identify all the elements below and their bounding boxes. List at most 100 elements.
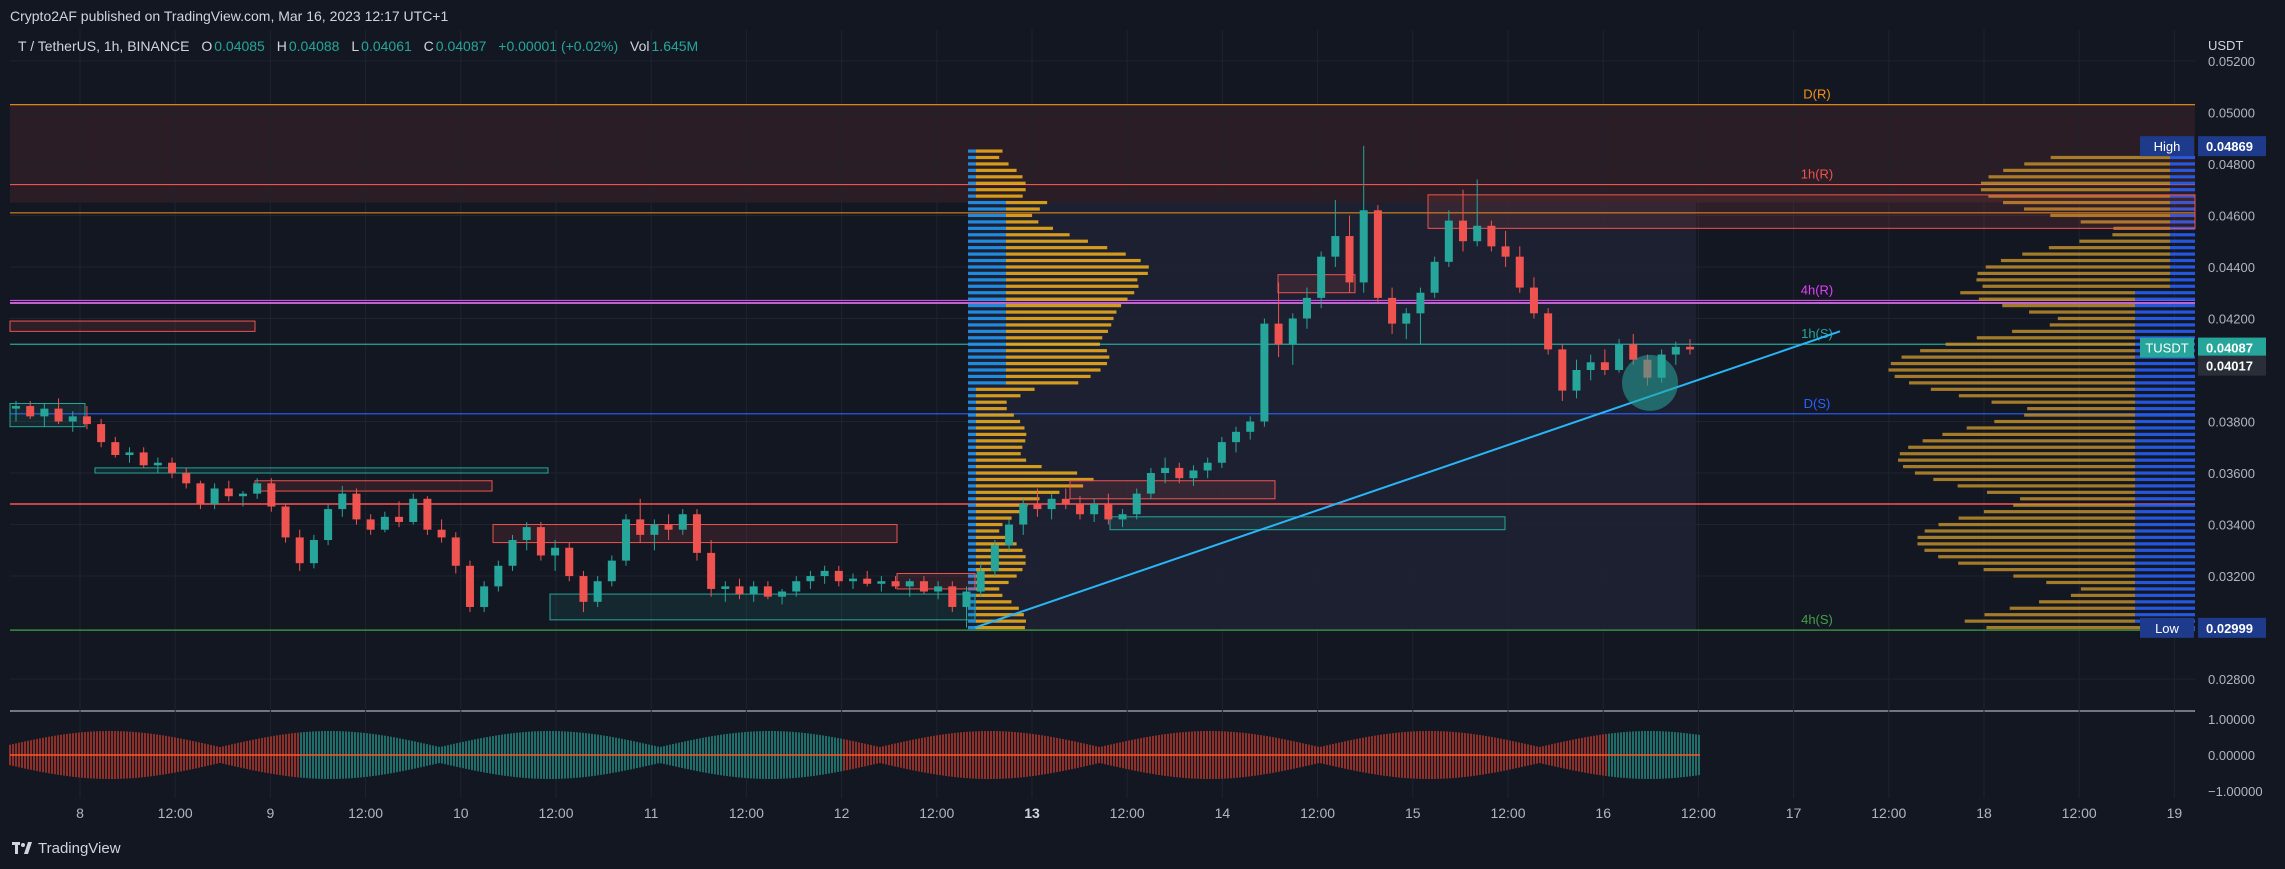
- profile-bar-gold: [976, 510, 1020, 514]
- candle-body: [919, 581, 928, 592]
- profile-bar-gold: [1920, 349, 2135, 353]
- chart-canvas[interactable]: 8 12:00 9 12:00 10 12:00 11 12:00 12 12:00 13 12:00…: [0, 0, 2285, 869]
- candle-body: [54, 408, 63, 422]
- profile-bar-gold: [976, 155, 1000, 160]
- profile-bar-gold: [1994, 419, 2135, 424]
- profile-bar-blue: [968, 368, 1006, 372]
- profile-bar-gold: [1958, 394, 2135, 398]
- profile-bar-gold: [1976, 278, 2170, 282]
- time-tick-label: 19: [2167, 805, 2183, 821]
- profile-bar-blue: [968, 497, 976, 501]
- candle-body: [1686, 346, 1694, 350]
- indicator-tick-label: 1.00000: [2208, 712, 2255, 727]
- candle-body: [1146, 473, 1155, 494]
- candle-body: [849, 578, 857, 582]
- tradingview-brand[interactable]: TradingView: [12, 840, 121, 857]
- candle-body: [792, 581, 801, 592]
- candle-body: [593, 581, 602, 602]
- candle-body: [806, 576, 815, 582]
- profile-bar-gold: [976, 600, 1012, 604]
- candle-body: [380, 516, 389, 530]
- profile-bar-gold: [2049, 323, 2135, 327]
- profile-bar-blue: [2135, 600, 2195, 604]
- profile-bar-blue: [2135, 381, 2195, 385]
- profile-bar-gold: [1006, 336, 1103, 340]
- candle-body: [1416, 292, 1425, 314]
- profile-bar-blue: [968, 568, 976, 572]
- profile-bar-gold: [1958, 561, 2135, 565]
- profile-bar-blue: [968, 252, 1006, 256]
- profile-bar-blue: [968, 258, 1006, 263]
- profile-bar-blue: [2170, 188, 2195, 192]
- profile-bar-gold: [2024, 162, 2170, 166]
- profile-bar-blue: [968, 419, 976, 424]
- profile-bar-gold: [2013, 574, 2135, 578]
- price-tag-label: Low: [2155, 621, 2179, 636]
- candle-body: [551, 547, 560, 556]
- profile-bar-gold: [2000, 258, 2170, 263]
- profile-bar-blue: [2135, 329, 2195, 333]
- profile-bar-gold: [976, 400, 1007, 404]
- profile-bar-gold: [2003, 168, 2170, 172]
- profile-bar-blue: [2170, 278, 2195, 282]
- profile-bar-blue: [2170, 168, 2195, 172]
- profile-bar-gold: [976, 387, 1035, 391]
- candle-body: [494, 565, 503, 587]
- profile-bar-gold: [1006, 207, 1040, 211]
- candle-body: [196, 483, 205, 504]
- profile-bar-gold: [1982, 284, 2170, 288]
- profile-bar-blue: [2135, 503, 2195, 507]
- high-label: H: [276, 38, 287, 54]
- profile-bar-blue: [968, 297, 1006, 301]
- profile-bar-gold: [1958, 516, 2135, 520]
- order-block-box: [549, 593, 976, 621]
- candle-body: [1402, 313, 1411, 324]
- profile-bar-gold: [1006, 355, 1110, 359]
- profile-bar-blue: [968, 510, 976, 514]
- candle-body: [224, 488, 233, 497]
- profile-bar-gold: [1006, 310, 1117, 314]
- profile-bar-gold: [1894, 374, 2135, 379]
- volume-value: 1.645M: [651, 38, 699, 54]
- profile-bar-gold: [1914, 471, 2135, 475]
- candle-body: [309, 540, 318, 564]
- profile-bar-blue: [968, 522, 976, 527]
- candle-body: [281, 506, 290, 538]
- profile-bar-gold: [976, 394, 1021, 398]
- candle-body: [664, 524, 673, 530]
- time-tick-label: 12:00: [1110, 805, 1145, 821]
- profile-bar-gold: [1006, 323, 1112, 327]
- profile-bar-blue: [2135, 291, 2195, 295]
- profile-bar-gold: [2027, 407, 2135, 411]
- candle-body: [12, 406, 20, 409]
- profile-bar-gold: [976, 522, 1003, 527]
- profile-bar-gold: [976, 619, 1026, 623]
- time-tick-label: 12:00: [1490, 805, 1525, 821]
- time-tick-label: 12:00: [1300, 805, 1335, 821]
- profile-bar-blue: [2135, 458, 2195, 462]
- profile-bar-blue: [2135, 432, 2195, 436]
- profile-bar-gold: [2079, 239, 2170, 243]
- candle-body: [1161, 467, 1170, 474]
- profile-bar-gold: [1006, 246, 1108, 250]
- candle-body: [253, 483, 262, 494]
- candle-body: [891, 581, 900, 587]
- profile-bar-gold: [976, 149, 1003, 153]
- profile-bar-blue: [968, 329, 1006, 333]
- candle-body: [182, 473, 191, 484]
- profile-bar-gold: [2002, 304, 2135, 308]
- time-tick-label: 12:00: [1681, 805, 1716, 821]
- candle-body: [877, 581, 886, 584]
- profile-bar-gold: [1897, 458, 2135, 462]
- profile-bar-gold: [976, 458, 1027, 462]
- profile-bar-gold: [1933, 477, 2135, 482]
- profile-bar-blue: [2170, 239, 2195, 243]
- candle-body: [324, 509, 333, 540]
- profile-bar-blue: [968, 503, 976, 507]
- footer-bar: TradingView: [0, 830, 2285, 869]
- symbol-name[interactable]: T / TetherUS, 1h, BINANCE: [18, 38, 189, 54]
- candle-body: [97, 424, 106, 443]
- profile-bar-gold: [1006, 265, 1149, 269]
- profile-bar-gold: [976, 426, 1025, 430]
- profile-bar-blue: [968, 168, 976, 172]
